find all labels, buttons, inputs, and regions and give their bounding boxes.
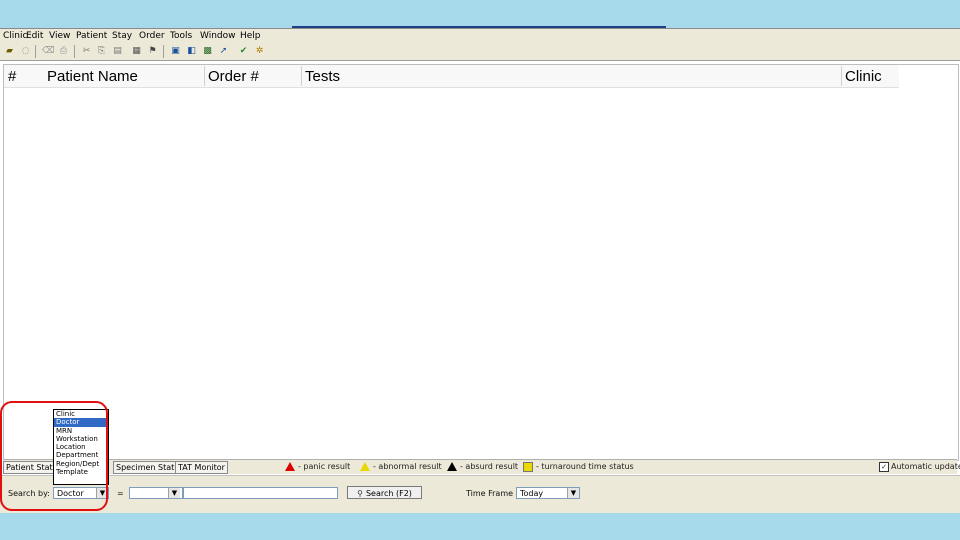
tab-tat-monitor[interactable]: TAT Monitor xyxy=(175,461,228,474)
open-folder-icon[interactable]: ▰ xyxy=(4,46,15,56)
black-triangle-icon xyxy=(447,462,457,471)
menu-window[interactable]: Window xyxy=(200,31,236,41)
legend-absurd-label: - absurd result xyxy=(460,462,519,471)
menu-view[interactable]: View xyxy=(49,31,70,41)
arrow-icon[interactable]: ➚ xyxy=(218,46,229,56)
toolbar: ▰ ◌ ⌫ ⎙ ✂ ⎘ ▤ ▦ ⚑ ▣ ◧ ▩ ➚ ✔ ✲ xyxy=(0,43,960,61)
col-clinic[interactable]: Clinic xyxy=(845,68,882,85)
search-bar: Search by: Doctor ▼ = ▼ ⚲ Search (F2) Tim… xyxy=(0,475,960,513)
col-tests[interactable]: Tests xyxy=(305,68,340,85)
grid-icon[interactable]: ▩ xyxy=(202,46,213,56)
col-order-number[interactable]: Order # xyxy=(208,68,259,85)
legend-absurd: - absurd result xyxy=(447,461,518,472)
eraser-icon[interactable]: ⌫ xyxy=(42,46,55,56)
checkbox-checked-icon[interactable]: ✓ xyxy=(879,461,889,472)
clock-icon xyxy=(523,461,533,472)
search-value-select[interactable]: ▼ xyxy=(129,487,183,499)
refresh-icon[interactable]: ◌ xyxy=(20,46,31,56)
column-divider xyxy=(841,66,842,86)
menu-patient[interactable]: Patient xyxy=(76,31,107,41)
search-button[interactable]: ⚲ Search (F2) xyxy=(347,486,422,499)
time-frame-label: Time Frame xyxy=(466,489,514,498)
menu-clinic[interactable]: Clinic xyxy=(3,31,27,41)
red-triangle-icon xyxy=(285,462,295,471)
status-tabs-row: Patient Status Specimen Status TAT Monit… xyxy=(3,459,960,474)
time-frame-select[interactable]: Today ▼ xyxy=(516,487,580,499)
auto-update-checkbox[interactable]: ✓ Automatic update xyxy=(879,461,960,472)
app-window: Clinic Edit View Patient Stay Order Tool… xyxy=(0,28,960,513)
chevron-down-icon[interactable]: ▼ xyxy=(168,488,180,498)
column-divider xyxy=(301,66,302,86)
toolbar-separator xyxy=(163,45,164,58)
yellow-triangle-icon xyxy=(360,462,370,471)
magnifier-icon: ⚲ xyxy=(357,489,363,498)
window-icon[interactable]: ▣ xyxy=(170,46,181,56)
menu-bar: Clinic Edit View Patient Stay Order Tool… xyxy=(0,29,960,43)
paste-icon[interactable]: ▤ xyxy=(112,46,123,56)
copy-icon[interactable]: ⎘ xyxy=(96,46,107,56)
grid-header: # Patient Name Order # Tests Clinic xyxy=(4,65,899,88)
order-grid[interactable]: # Patient Name Order # Tests Clinic xyxy=(3,64,959,461)
notes-icon[interactable]: ▦ xyxy=(131,46,142,56)
menu-edit[interactable]: Edit xyxy=(26,31,43,41)
toolbar-separator xyxy=(35,45,36,58)
check-icon[interactable]: ✔ xyxy=(238,46,249,56)
legend-tat: - turnaround time status xyxy=(523,461,634,472)
search-text-input[interactable] xyxy=(183,487,338,499)
cascade-icon[interactable]: ◧ xyxy=(186,46,197,56)
print-icon[interactable]: ⎙ xyxy=(58,46,69,56)
chevron-down-icon[interactable]: ▼ xyxy=(567,488,579,498)
legend-panic-label: - panic result xyxy=(298,462,351,471)
legend-abnormal-label: - abnormal result xyxy=(373,462,442,471)
col-number[interactable]: # xyxy=(8,68,16,85)
highlight-callout xyxy=(0,401,108,511)
equals-sign: = xyxy=(117,489,124,498)
menu-stay[interactable]: Stay xyxy=(112,31,132,41)
legend-tat-label: - turnaround time status xyxy=(536,462,634,471)
auto-update-label: Automatic update xyxy=(891,462,960,471)
toolbar-separator xyxy=(74,45,75,58)
cut-icon[interactable]: ✂ xyxy=(81,46,92,56)
legend-abnormal: - abnormal result xyxy=(360,461,442,472)
col-patient-name[interactable]: Patient Name xyxy=(47,68,138,85)
menu-tools[interactable]: Tools xyxy=(170,31,192,41)
gear-icon[interactable]: ✲ xyxy=(254,46,265,56)
search-button-label: Search (F2) xyxy=(365,489,412,498)
time-frame-value: Today xyxy=(520,489,544,498)
legend-panic: - panic result xyxy=(285,461,350,472)
column-divider xyxy=(204,66,205,86)
flag-icon[interactable]: ⚑ xyxy=(147,46,158,56)
menu-help[interactable]: Help xyxy=(240,31,261,41)
menu-order[interactable]: Order xyxy=(139,31,165,41)
